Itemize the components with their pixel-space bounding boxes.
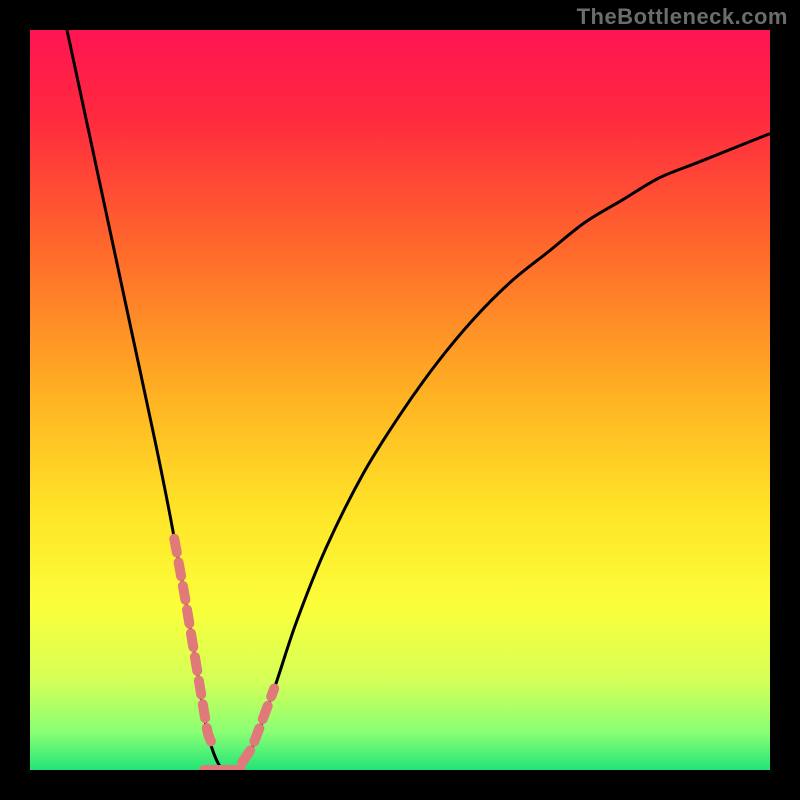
- attribution-label: TheBottleneck.com: [577, 4, 788, 30]
- bottleneck-chart: [0, 0, 800, 800]
- chart-container: TheBottleneck.com: [0, 0, 800, 800]
- plot-background: [30, 30, 770, 770]
